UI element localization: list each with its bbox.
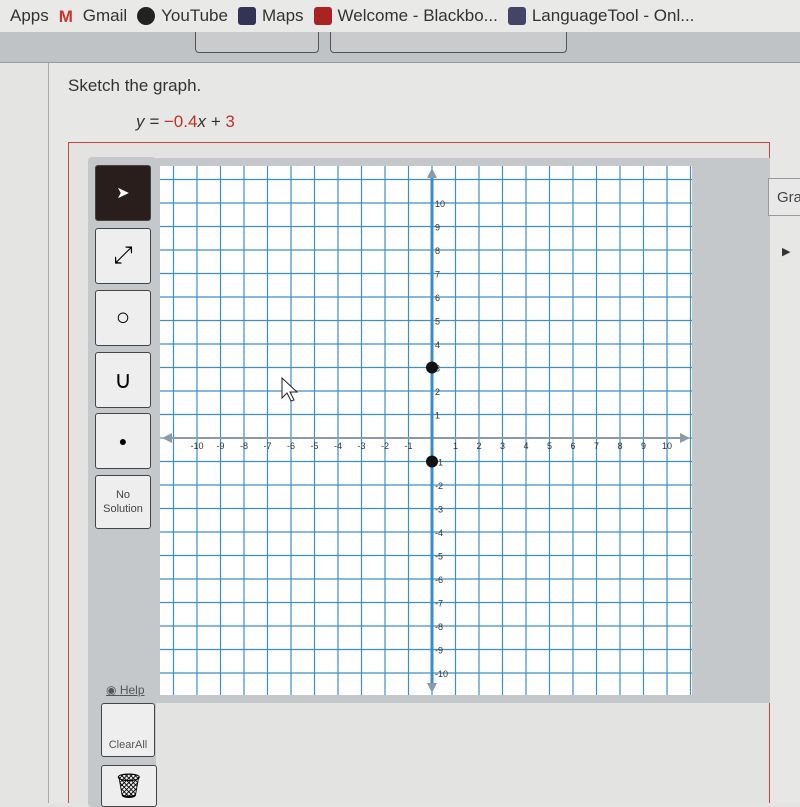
y-tick-label: 2 bbox=[435, 387, 440, 397]
expand-arrow-icon[interactable]: ▶ bbox=[782, 245, 790, 258]
plotted-point bbox=[426, 361, 438, 374]
y-tick-label: -4 bbox=[435, 528, 443, 538]
x-tick-label: 2 bbox=[476, 441, 481, 451]
y-tick-label: -7 bbox=[435, 599, 443, 609]
x-tick-label: -8 bbox=[240, 441, 248, 451]
y-tick-label: 10 bbox=[435, 199, 445, 209]
y-tick-label: -6 bbox=[435, 575, 443, 585]
y-tick-label: 4 bbox=[435, 340, 440, 350]
y-tick-label: -9 bbox=[435, 646, 443, 656]
y-tick-label: -10 bbox=[435, 669, 448, 679]
x-tick-label: 8 bbox=[617, 441, 622, 451]
x-tick-label: 9 bbox=[641, 441, 646, 451]
plot-background bbox=[160, 166, 692, 695]
x-tick-label: 6 bbox=[570, 441, 575, 451]
x-tick-label: -2 bbox=[381, 441, 389, 451]
y-tick-label: 1 bbox=[435, 411, 440, 421]
y-tick-label: -8 bbox=[435, 622, 443, 632]
x-tick-label: -10 bbox=[190, 441, 203, 451]
x-tick-label: -4 bbox=[334, 441, 342, 451]
x-tick-label: 3 bbox=[500, 441, 505, 451]
x-tick-label: -9 bbox=[216, 441, 224, 451]
y-tick-label: -2 bbox=[435, 481, 443, 491]
y-tick-label: -5 bbox=[435, 552, 443, 562]
x-tick-label: -7 bbox=[263, 441, 271, 451]
x-tick-label: 7 bbox=[594, 441, 599, 451]
y-tick-label: 8 bbox=[435, 246, 440, 256]
y-tick-label: 6 bbox=[435, 293, 440, 303]
x-tick-label: -1 bbox=[404, 441, 412, 451]
y-tick-label: -3 bbox=[435, 505, 443, 515]
coordinate-plane[interactable]: -10 -9 -8 -7 -6 -5 -4 -3 -2 -1 1 2 3 4 5 6 7 8 9 10 -10 -9 -8 -… bbox=[0, 0, 800, 800]
x-tick-label: -3 bbox=[357, 441, 365, 451]
x-tick-label: 1 bbox=[453, 441, 458, 451]
y-tick-label: 9 bbox=[435, 223, 440, 233]
x-tick-label: -6 bbox=[287, 441, 295, 451]
x-tick-label: 4 bbox=[523, 441, 528, 451]
x-tick-label: 5 bbox=[547, 441, 552, 451]
y-tick-label: 5 bbox=[435, 317, 440, 327]
x-tick-label: -5 bbox=[310, 441, 318, 451]
plotted-point bbox=[426, 455, 438, 468]
x-tick-label: 10 bbox=[662, 441, 672, 451]
y-tick-label: 7 bbox=[435, 270, 440, 280]
side-tab[interactable]: Gra bbox=[768, 178, 800, 216]
